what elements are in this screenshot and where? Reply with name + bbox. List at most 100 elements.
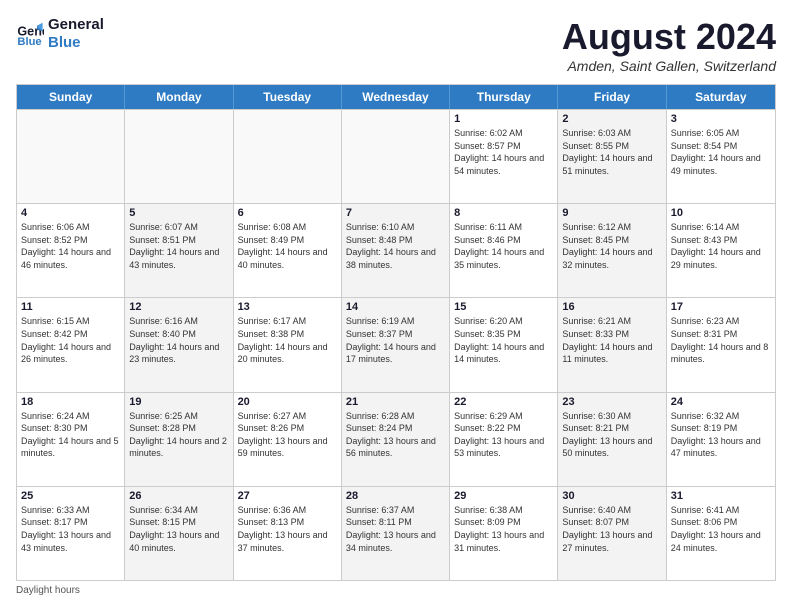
day-number: 24 [671, 396, 771, 408]
day-number: 16 [562, 301, 661, 313]
calendar-cell [125, 110, 233, 203]
calendar-cell: 26 Sunrise: 6:34 AM Sunset: 8:15 PM Dayli… [125, 487, 233, 580]
calendar-cell: 9Sunrise: 6:12 AM Sunset: 8:45 PM Daylig… [558, 204, 666, 297]
cell-info: Sunrise: 6:16 AM Sunset: 8:40 PM Dayligh… [129, 315, 228, 365]
cell-info: Sunrise: 6:30 AM Sunset: 8:21 PM Dayligh… [562, 410, 661, 460]
calendar-cell: 10Sunrise: 6:14 AM Sunset: 8:43 PM Dayli… [667, 204, 775, 297]
cell-info: Sunrise: 6:37 AM Sunset: 8:11 PM Dayligh… [346, 504, 445, 554]
calendar-cell: 12 Sunrise: 6:16 AM Sunset: 8:40 PM Dayli… [125, 298, 233, 391]
cell-info: Sunrise: 6:38 AM Sunset: 8:09 PM Dayligh… [454, 504, 553, 554]
cell-info: Sunrise: 6:19 AM Sunset: 8:37 PM Dayligh… [346, 315, 445, 365]
day-number: 20 [238, 396, 337, 408]
day-number: 5 [129, 207, 228, 219]
calendar-cell [234, 110, 342, 203]
cell-info: Sunrise: 6:27 AM Sunset: 8:26 PM Dayligh… [238, 410, 337, 460]
calendar-cell: 30Sunrise: 6:40 AM Sunset: 8:07 PM Dayli… [558, 487, 666, 580]
day-number: 23 [562, 396, 661, 408]
cell-info: Sunrise: 6:41 AM Sunset: 8:06 PM Dayligh… [671, 504, 771, 554]
logo: General Blue General Blue [16, 16, 104, 52]
day-number: 29 [454, 490, 553, 502]
cell-info: Sunrise: 6:12 AM Sunset: 8:45 PM Dayligh… [562, 221, 661, 271]
header: General Blue General Blue August 2024 Am… [16, 16, 776, 74]
calendar-body: 1 Sunrise: 6:02 AM Sunset: 8:57 PM Daylig… [17, 109, 775, 580]
day-number: 26 [129, 490, 228, 502]
calendar: SundayMondayTuesdayWednesdayThursdayFrid… [16, 84, 776, 581]
cell-info: Sunrise: 6:33 AM Sunset: 8:17 PM Dayligh… [21, 504, 120, 554]
day-number: 12 [129, 301, 228, 313]
cell-info: Sunrise: 6:24 AM Sunset: 8:30 PM Dayligh… [21, 410, 120, 460]
calendar-cell: 11Sunrise: 6:15 AM Sunset: 8:42 PM Dayli… [17, 298, 125, 391]
cell-info: Sunrise: 6:23 AM Sunset: 8:31 PM Dayligh… [671, 315, 771, 365]
logo-blue: Blue [48, 34, 104, 52]
cell-info: Sunrise: 6:08 AM Sunset: 8:49 PM Dayligh… [238, 221, 337, 271]
day-number: 13 [238, 301, 337, 313]
day-number: 4 [21, 207, 120, 219]
calendar-cell: 19 Sunrise: 6:25 AM Sunset: 8:28 PM Dayli… [125, 393, 233, 486]
day-number: 7 [346, 207, 445, 219]
cell-info: Sunrise: 6:14 AM Sunset: 8:43 PM Dayligh… [671, 221, 771, 271]
location: Amden, Saint Gallen, Switzerland [562, 58, 776, 74]
calendar-cell: 17Sunrise: 6:23 AM Sunset: 8:31 PM Dayli… [667, 298, 775, 391]
cell-info: Sunrise: 6:32 AM Sunset: 8:19 PM Dayligh… [671, 410, 771, 460]
day-number: 18 [21, 396, 120, 408]
calendar-week-row: 11Sunrise: 6:15 AM Sunset: 8:42 PM Dayli… [17, 297, 775, 391]
cell-info: Sunrise: 6:25 AM Sunset: 8:28 PM Dayligh… [129, 410, 228, 460]
day-number: 22 [454, 396, 553, 408]
cell-info: Sunrise: 6:06 AM Sunset: 8:52 PM Dayligh… [21, 221, 120, 271]
calendar-cell [342, 110, 450, 203]
calendar-cell: 29 Sunrise: 6:38 AM Sunset: 8:09 PM Dayli… [450, 487, 558, 580]
day-of-week-header: Tuesday [234, 85, 342, 109]
calendar-cell: 27 Sunrise: 6:36 AM Sunset: 8:13 PM Dayli… [234, 487, 342, 580]
cell-info: Sunrise: 6:10 AM Sunset: 8:48 PM Dayligh… [346, 221, 445, 271]
day-number: 31 [671, 490, 771, 502]
day-number: 28 [346, 490, 445, 502]
calendar-week-row: 25Sunrise: 6:33 AM Sunset: 8:17 PM Dayli… [17, 486, 775, 580]
calendar-cell: 23 Sunrise: 6:30 AM Sunset: 8:21 PM Dayli… [558, 393, 666, 486]
calendar-cell: 21Sunrise: 6:28 AM Sunset: 8:24 PM Dayli… [342, 393, 450, 486]
calendar-cell: 1 Sunrise: 6:02 AM Sunset: 8:57 PM Daylig… [450, 110, 558, 203]
day-number: 21 [346, 396, 445, 408]
calendar-cell: 5 Sunrise: 6:07 AM Sunset: 8:51 PM Daylig… [125, 204, 233, 297]
calendar-cell: 25Sunrise: 6:33 AM Sunset: 8:17 PM Dayli… [17, 487, 125, 580]
cell-info: Sunrise: 6:05 AM Sunset: 8:54 PM Dayligh… [671, 127, 771, 177]
cell-info: Sunrise: 6:15 AM Sunset: 8:42 PM Dayligh… [21, 315, 120, 365]
day-of-week-header: Sunday [17, 85, 125, 109]
day-number: 6 [238, 207, 337, 219]
calendar-cell: 20 Sunrise: 6:27 AM Sunset: 8:26 PM Dayli… [234, 393, 342, 486]
calendar-cell: 24 Sunrise: 6:32 AM Sunset: 8:19 PM Dayli… [667, 393, 775, 486]
day-number: 19 [129, 396, 228, 408]
cell-info: Sunrise: 6:02 AM Sunset: 8:57 PM Dayligh… [454, 127, 553, 177]
day-of-week-header: Thursday [450, 85, 558, 109]
calendar-cell: 28 Sunrise: 6:37 AM Sunset: 8:11 PM Dayli… [342, 487, 450, 580]
calendar-cell: 22Sunrise: 6:29 AM Sunset: 8:22 PM Dayli… [450, 393, 558, 486]
cell-info: Sunrise: 6:07 AM Sunset: 8:51 PM Dayligh… [129, 221, 228, 271]
calendar-week-row: 1 Sunrise: 6:02 AM Sunset: 8:57 PM Daylig… [17, 109, 775, 203]
cell-info: Sunrise: 6:20 AM Sunset: 8:35 PM Dayligh… [454, 315, 553, 365]
calendar-cell: 8Sunrise: 6:11 AM Sunset: 8:46 PM Daylig… [450, 204, 558, 297]
title-block: August 2024 Amden, Saint Gallen, Switzer… [562, 16, 776, 74]
calendar-cell: 4 Sunrise: 6:06 AM Sunset: 8:52 PM Daylig… [17, 204, 125, 297]
day-of-week-header: Wednesday [342, 85, 450, 109]
calendar-cell: 18 Sunrise: 6:24 AM Sunset: 8:30 PM Dayli… [17, 393, 125, 486]
month-title: August 2024 [562, 16, 776, 58]
day-number: 1 [454, 113, 553, 125]
calendar-cell: 3 Sunrise: 6:05 AM Sunset: 8:54 PM Daylig… [667, 110, 775, 203]
cell-info: Sunrise: 6:40 AM Sunset: 8:07 PM Dayligh… [562, 504, 661, 554]
calendar-cell: 31 Sunrise: 6:41 AM Sunset: 8:06 PM Dayli… [667, 487, 775, 580]
calendar-cell: 15Sunrise: 6:20 AM Sunset: 8:35 PM Dayli… [450, 298, 558, 391]
calendar-header: SundayMondayTuesdayWednesdayThursdayFrid… [17, 85, 775, 109]
cell-info: Sunrise: 6:36 AM Sunset: 8:13 PM Dayligh… [238, 504, 337, 554]
calendar-cell: 14 Sunrise: 6:19 AM Sunset: 8:37 PM Dayli… [342, 298, 450, 391]
calendar-cell: 16Sunrise: 6:21 AM Sunset: 8:33 PM Dayli… [558, 298, 666, 391]
day-number: 27 [238, 490, 337, 502]
cell-info: Sunrise: 6:03 AM Sunset: 8:55 PM Dayligh… [562, 127, 661, 177]
day-number: 2 [562, 113, 661, 125]
day-number: 8 [454, 207, 553, 219]
calendar-week-row: 18 Sunrise: 6:24 AM Sunset: 8:30 PM Dayli… [17, 392, 775, 486]
cell-info: Sunrise: 6:34 AM Sunset: 8:15 PM Dayligh… [129, 504, 228, 554]
footer-note: Daylight hours [16, 585, 776, 596]
day-of-week-header: Monday [125, 85, 233, 109]
cell-info: Sunrise: 6:17 AM Sunset: 8:38 PM Dayligh… [238, 315, 337, 365]
day-number: 14 [346, 301, 445, 313]
day-number: 3 [671, 113, 771, 125]
